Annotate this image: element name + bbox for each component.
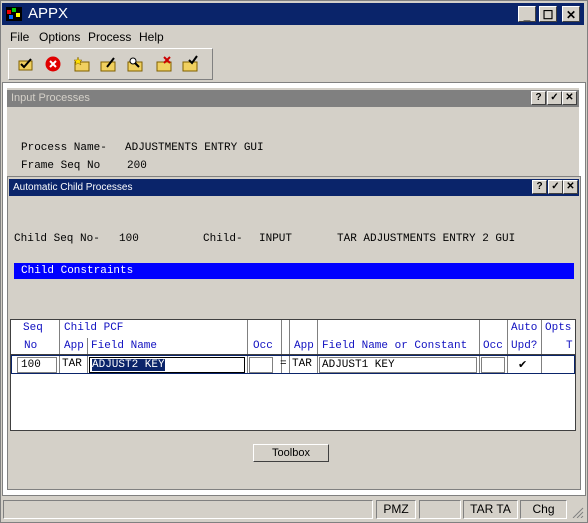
status-panel-5: Chg <box>520 500 567 519</box>
input-processes-titlebar: Input Processes ? ✓ ✕ <box>7 90 579 107</box>
header-field-or-constant: Field Name or Constant <box>322 340 468 352</box>
maximize-button[interactable]: ☐ <box>539 6 557 22</box>
child-processes-window: Automatic Child Processes ? ✓ ✕ Child Se… <box>7 176 581 490</box>
child-seq-value: 100 <box>119 233 139 245</box>
close-button[interactable]: ✕ <box>562 6 580 22</box>
status-panel-1 <box>3 500 373 519</box>
menu-options[interactable]: Options <box>39 30 80 44</box>
child-constraints-header: Child Constraints <box>14 263 574 279</box>
folder-star-icon[interactable] <box>73 55 91 73</box>
ok-button[interactable]: ✓ <box>548 180 563 194</box>
folder-search-icon[interactable] <box>126 55 144 73</box>
seq-cell[interactable]: 100 <box>17 357 57 373</box>
folder-x-icon[interactable] <box>155 55 173 73</box>
header-no: No <box>24 340 38 352</box>
app-title: APPX <box>28 5 69 22</box>
resize-grip-icon[interactable] <box>570 506 584 519</box>
help-button[interactable]: ? <box>531 91 546 105</box>
close-button[interactable]: ✕ <box>563 180 578 194</box>
header-occ-2: Occ <box>483 340 503 352</box>
header-t: T <box>566 340 573 352</box>
process-name-label: Process Name- <box>21 142 107 154</box>
check-folder-icon[interactable] <box>17 55 35 73</box>
header-app-2: App <box>294 340 314 352</box>
app2-cell[interactable]: TAR <box>292 358 312 370</box>
status-panel-4: TAR TA <box>463 500 518 519</box>
header-child-pcf: Child PCF <box>64 322 124 334</box>
menu-help[interactable]: Help <box>139 30 164 44</box>
close-button[interactable]: ✕ <box>562 91 577 105</box>
header-seq: Seq <box>23 322 43 334</box>
equals-sign: = <box>280 358 287 370</box>
toolbox-button[interactable]: Toolbox <box>253 444 329 462</box>
child-processes-titlebar: Automatic Child Processes ? ✓ ✕ <box>9 179 579 196</box>
status-panel-2: PMZ <box>376 500 416 519</box>
appx-logo-icon <box>6 7 22 21</box>
child-name-value: TAR ADJUSTMENTS ENTRY 2 GUI <box>337 233 516 245</box>
folder-pen-icon[interactable] <box>99 55 117 73</box>
header-upd: Upd? <box>511 340 538 352</box>
title-bar: APPX _ ☐ ✕ <box>2 3 584 25</box>
input-processes-title: Input Processes <box>11 92 90 104</box>
constraints-grid: Seq No Child PCF App Field Name Occ App … <box>10 319 576 431</box>
help-button[interactable]: ? <box>532 180 547 194</box>
header-field-name: Field Name <box>91 340 158 352</box>
header-app-1: App <box>64 340 84 352</box>
folder-check-icon[interactable] <box>181 55 199 73</box>
status-panel-3 <box>419 500 461 519</box>
minimize-button[interactable]: _ <box>518 6 536 22</box>
child-type-value: INPUT <box>259 233 293 245</box>
occ1-input[interactable] <box>249 357 273 373</box>
ok-button[interactable]: ✓ <box>547 91 562 105</box>
child-constraints-title: Child Constraints <box>21 265 134 277</box>
header-auto: Auto <box>511 322 538 334</box>
occ2-input[interactable] <box>481 357 505 373</box>
app1-cell[interactable]: TAR <box>62 358 82 370</box>
auto-update-checkbox[interactable]: ✔ <box>518 358 527 371</box>
field-name-input[interactable]: ADJUST2 KEY <box>89 357 245 373</box>
child-seq-label: Child Seq No- <box>14 233 100 245</box>
field-name-value: ADJUST2 KEY <box>92 359 165 371</box>
menu-bar: File Options Process Help <box>2 27 584 46</box>
field-or-constant-input[interactable]: ADJUST1 KEY <box>319 357 477 373</box>
toolbar <box>8 48 213 80</box>
menu-process[interactable]: Process <box>88 30 131 44</box>
header-opts: Opts <box>545 322 572 334</box>
process-name-value: ADJUSTMENTS ENTRY GUI <box>125 142 264 154</box>
child-processes-title: Automatic Child Processes <box>13 182 133 193</box>
frame-seq-label: Frame Seq No <box>21 160 101 172</box>
child-label: Child- <box>203 233 243 245</box>
cancel-icon[interactable] <box>44 55 62 73</box>
frame-seq-value: 200 <box>127 160 147 172</box>
menu-file[interactable]: File <box>10 30 29 44</box>
header-occ-1: Occ <box>253 340 273 352</box>
